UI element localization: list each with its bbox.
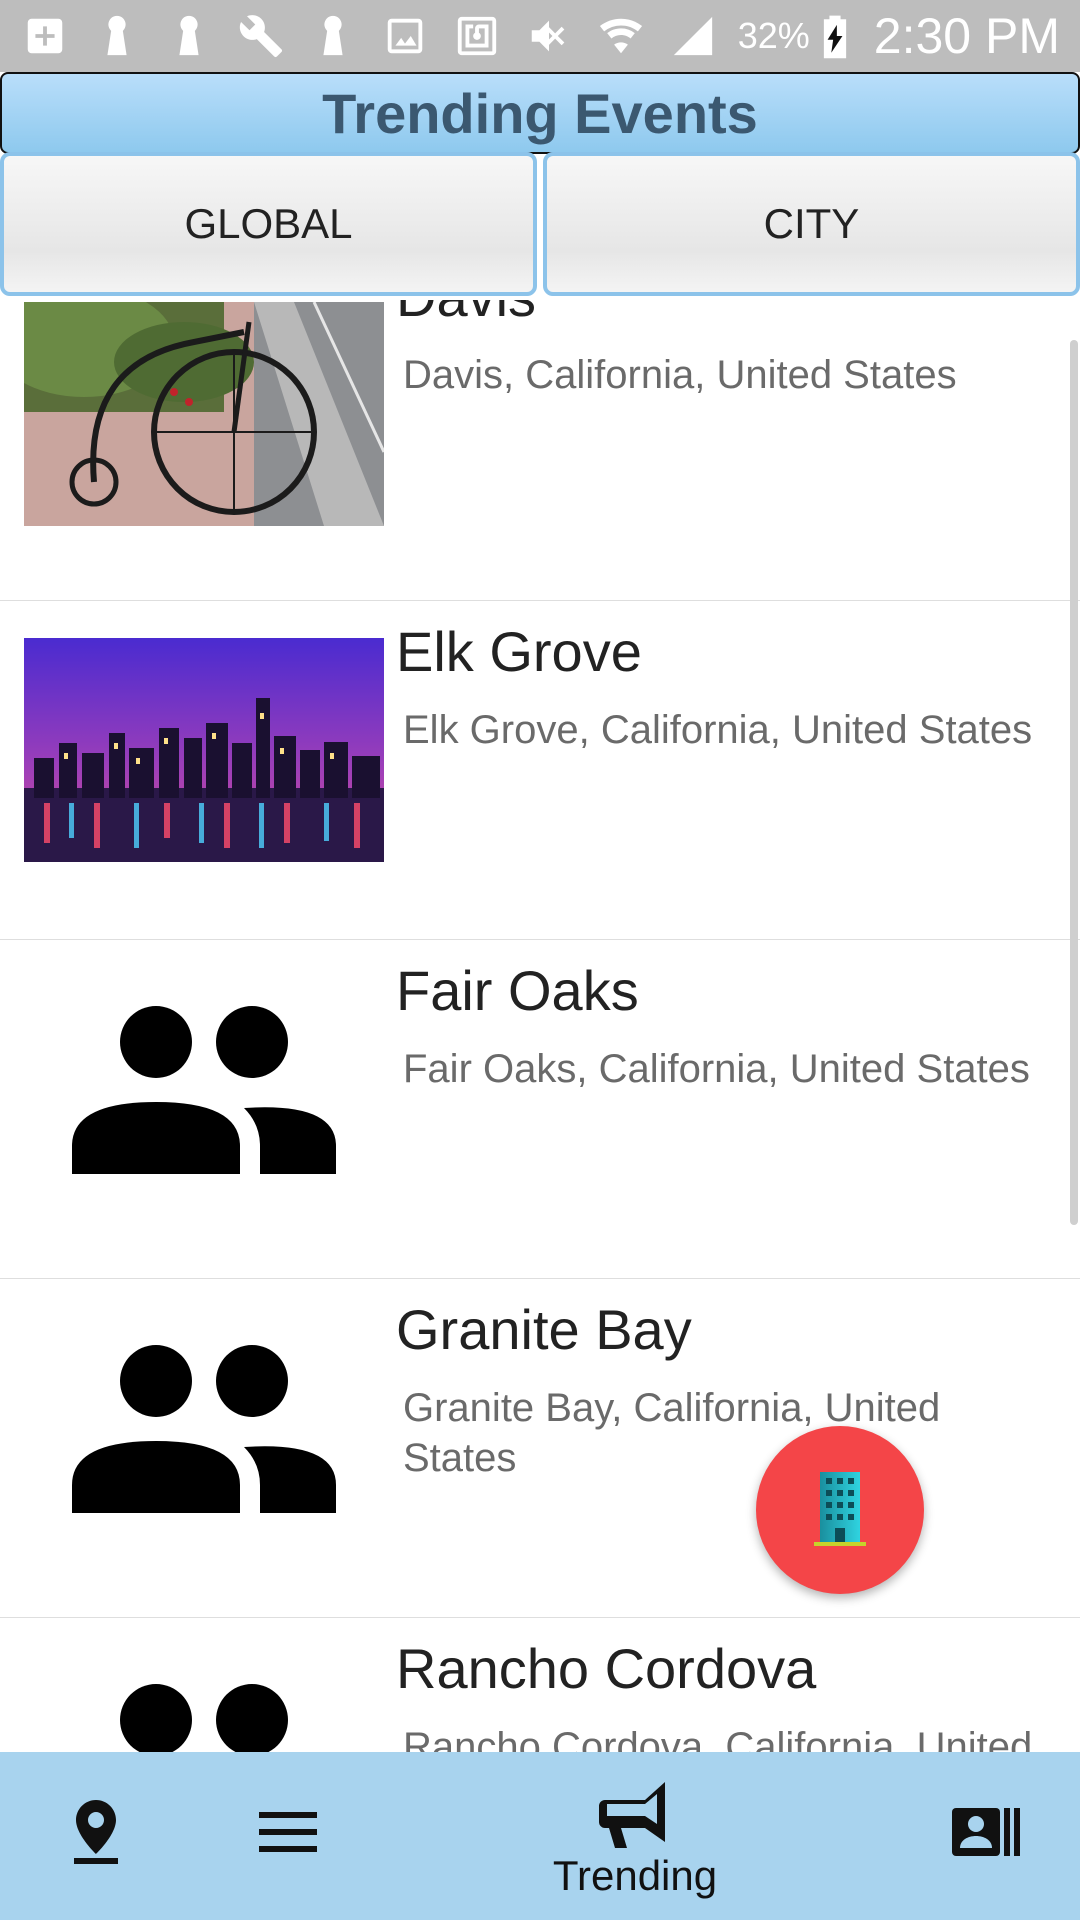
event-location: Davis, California, United States [403,353,957,397]
list-item[interactable]: Fair Oaks Fair Oaks, California, United … [0,940,1080,1281]
event-location: Fair Oaks, California, United States [403,1047,1030,1091]
clock-time: 2:30 PM [873,8,1060,64]
event-thumbnail [24,302,384,526]
location-pin-icon [74,1800,118,1864]
status-bar: 32% 2:30 PM [0,0,1080,72]
people-group-icon [72,1684,336,1752]
image-icon [382,13,428,59]
event-name: Davis [396,300,536,329]
add-box-icon [22,13,68,59]
mute-icon [526,13,572,59]
contact-list-icon [952,1808,1020,1856]
keyhole-icon [166,13,212,59]
scope-tabs: GLOBAL CITY [0,152,1080,296]
page-title: Trending Events [322,81,758,145]
keyhole-icon [94,13,140,59]
people-group-icon [72,1006,336,1174]
nav-trending-label: Trending [552,1852,718,1899]
wrench-icon [238,13,284,59]
event-name: Rancho Cordova [396,1637,817,1700]
event-location: Elk Grove, California, United States [403,708,1033,752]
keyhole-icon [310,13,356,59]
menu-icon [259,1812,317,1852]
nav-map[interactable] [56,1782,136,1882]
event-thumbnail [24,638,384,862]
building-icon [810,1468,870,1553]
battery-charging-icon [820,13,850,59]
city-filter-fab[interactable] [756,1426,924,1594]
nav-menu[interactable] [248,1782,328,1882]
event-location: Rancho Cordova, California, United State… [403,1725,1033,1752]
list-scrollbar[interactable] [1070,340,1078,1225]
event-name: Granite Bay [396,1298,692,1361]
tab-global[interactable]: GLOBAL [0,152,537,296]
list-item[interactable]: Granite Bay Granite Bay, California, Uni… [0,1279,1080,1620]
battery-percent: 32% [737,15,810,56]
list-item[interactable]: Davis Davis, California, United States [0,300,1080,603]
nav-trending[interactable]: Trending [540,1774,730,1904]
app-header: Trending Events [0,72,1080,154]
list-item[interactable]: Elk Grove Elk Grove, California, United … [0,601,1080,942]
nfc-icon [454,13,500,59]
bottom-navigation: Trending [0,1752,1080,1920]
nav-contacts[interactable] [946,1782,1026,1882]
wifi-icon [598,13,644,59]
event-name: Elk Grove [396,620,642,683]
people-group-icon [72,1345,336,1513]
event-name: Fair Oaks [396,959,639,1022]
signal-icon [670,13,716,59]
tab-city[interactable]: CITY [543,152,1080,296]
list-item[interactable]: Rancho Cordova Rancho Cordova, Californi… [0,1618,1080,1752]
megaphone-icon [599,1782,665,1848]
